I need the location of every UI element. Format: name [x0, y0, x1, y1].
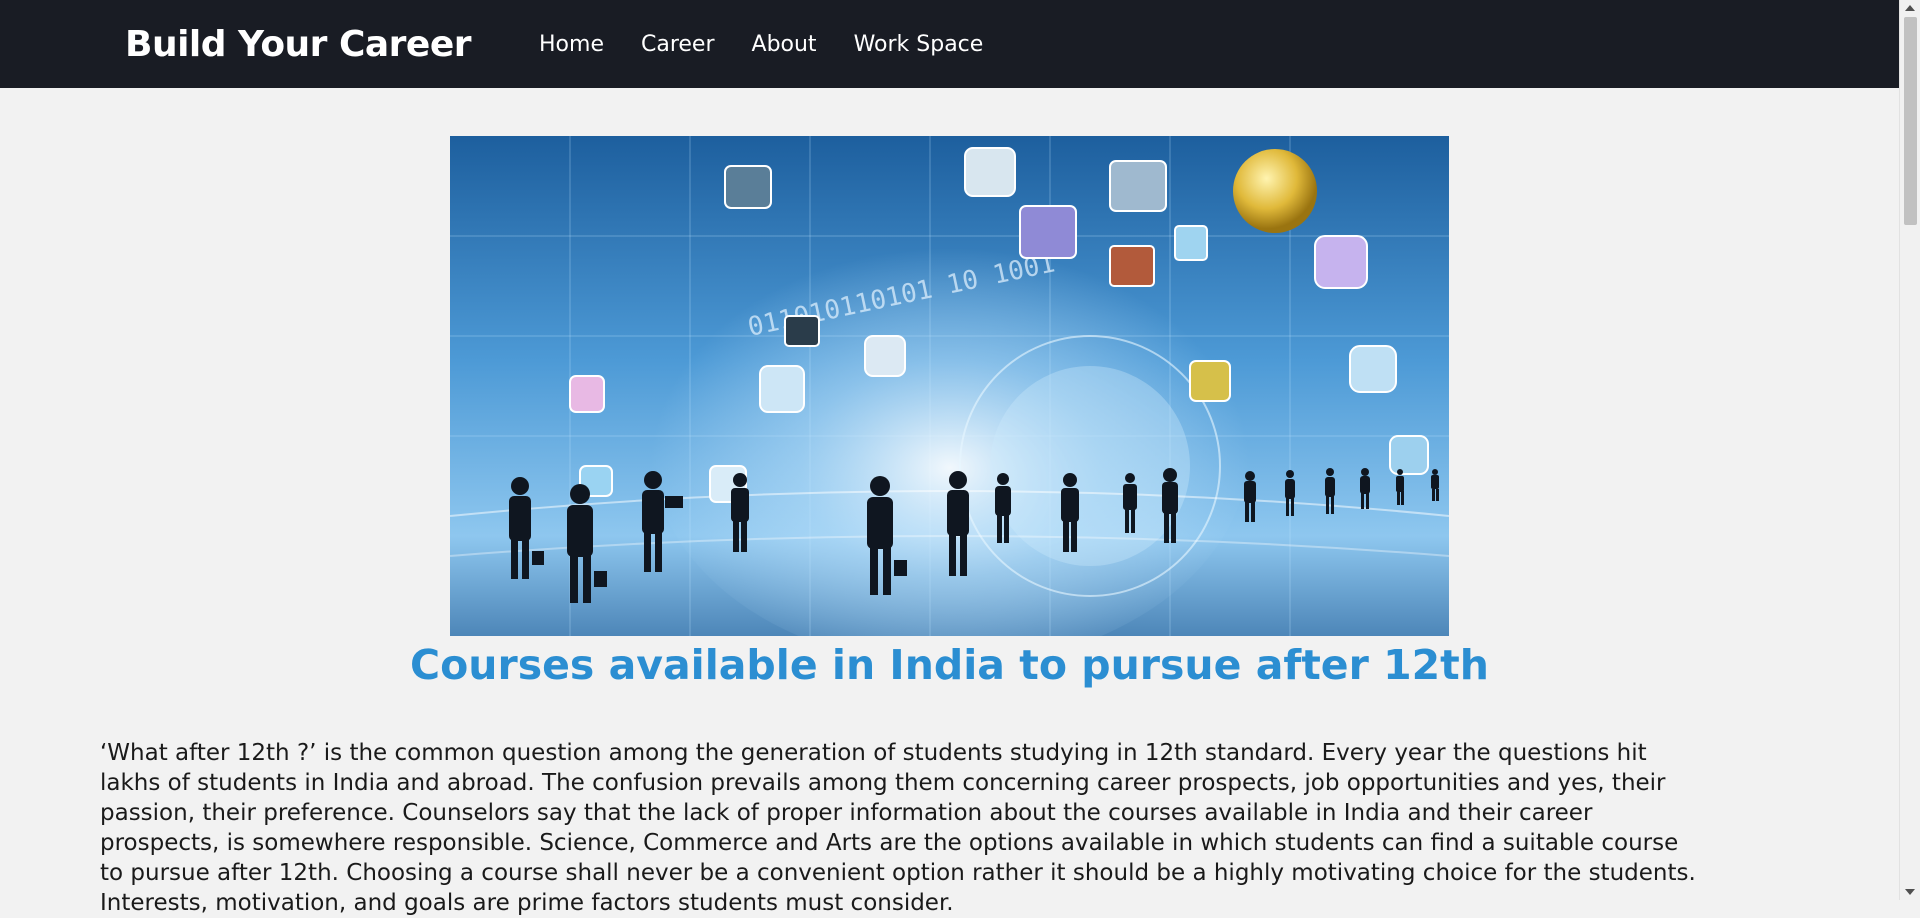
scroll-down-arrow-icon[interactable]	[1905, 889, 1915, 895]
career-globe-illustration: 011010110101 10 1001	[450, 136, 1449, 636]
scroll-up-arrow-icon[interactable]	[1905, 5, 1915, 11]
brand-logo[interactable]: Build Your Career	[125, 24, 472, 65]
nav-links: Home Career About Work Space	[539, 32, 1020, 57]
vertical-scrollbar[interactable]	[1899, 0, 1920, 900]
page-headline: Courses available in India to pursue aft…	[410, 641, 1489, 689]
hero-image: 011010110101 10 1001	[450, 136, 1449, 636]
nav-link-home[interactable]: Home	[539, 32, 604, 57]
intro-paragraph: ‘What after 12th ?’ is the common questi…	[100, 740, 1696, 916]
scrollbar-thumb[interactable]	[1904, 17, 1917, 225]
nav-link-work-space[interactable]: Work Space	[854, 32, 984, 57]
nav-link-about[interactable]: About	[752, 32, 817, 57]
nav-link-career[interactable]: Career	[641, 32, 715, 57]
top-navbar: Build Your Career Home Career About Work…	[0, 0, 1899, 88]
main-content: 011010110101 10 1001 Courses available i…	[0, 88, 1899, 916]
